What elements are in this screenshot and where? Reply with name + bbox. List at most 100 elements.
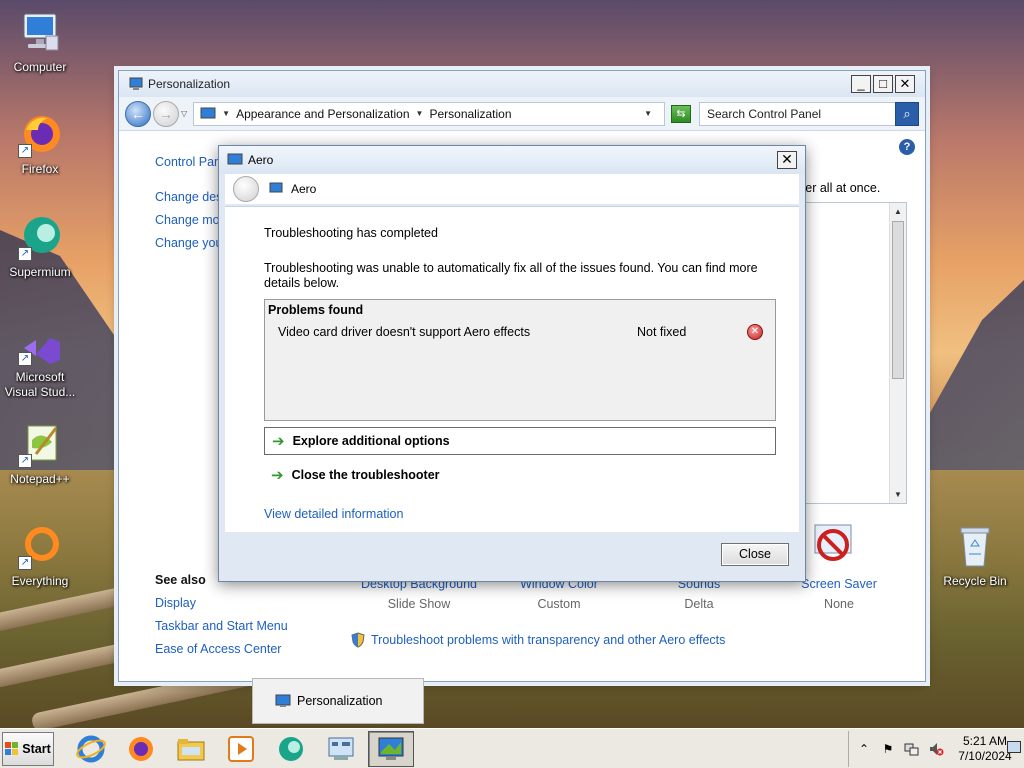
change-desktop-icons-link[interactable]: Change des bbox=[155, 186, 222, 209]
address-dropdown-icon[interactable]: ▼ bbox=[644, 109, 652, 118]
desktop-icon-everything[interactable]: ↗ Everything bbox=[0, 522, 80, 588]
close-troubleshooter-button[interactable]: ➔ Close the troubleshooter bbox=[264, 461, 776, 489]
show-hidden-icons-chevron-icon[interactable]: ⌃ bbox=[855, 740, 873, 758]
maximize-button[interactable]: □ bbox=[873, 75, 893, 93]
display-link[interactable]: Display bbox=[155, 592, 288, 615]
troubleshooting-message: Troubleshooting was unable to automatica… bbox=[264, 261, 758, 290]
scroll-down-icon[interactable]: ▼ bbox=[890, 486, 906, 503]
troubleshooting-heading: Troubleshooting has completed bbox=[264, 226, 438, 240]
recent-pages-dropdown[interactable]: ▽ bbox=[181, 109, 187, 118]
recycle-bin-icon bbox=[951, 522, 999, 570]
aero-icon bbox=[269, 182, 283, 193]
dialog-nav-title: Aero bbox=[291, 182, 317, 196]
breadcrumb-appearance[interactable]: Appearance and Personalization bbox=[236, 107, 409, 121]
close-dialog-button[interactable]: ✕ bbox=[777, 151, 797, 169]
search-icon[interactable]: ⌕ bbox=[895, 101, 919, 126]
start-label: Start bbox=[22, 741, 51, 756]
close-window-button[interactable]: ✕ bbox=[895, 75, 915, 93]
aero-troubleshooter-dialog: Aero ✕ Aero Troubleshooting has complete… bbox=[218, 145, 806, 582]
taskbar-explorer[interactable] bbox=[168, 731, 214, 767]
window-color-value: Custom bbox=[537, 597, 581, 611]
taskbar-start-menu-link[interactable]: Taskbar and Start Menu bbox=[155, 615, 288, 638]
problem-name: Video card driver doesn't support Aero e… bbox=[278, 325, 531, 339]
desktop-icon-label: Everything bbox=[11, 574, 69, 588]
address-toolbar: ← → ▽ ▼ Appearance and Personalization ▼… bbox=[119, 97, 925, 131]
window-title: Personalization bbox=[148, 77, 231, 91]
network-icon[interactable] bbox=[903, 740, 921, 758]
ease-of-access-link[interactable]: Ease of Access Center bbox=[155, 638, 288, 661]
desktop-icon-firefox[interactable]: ↗ Firefox bbox=[0, 110, 80, 176]
forward-button[interactable]: → bbox=[153, 100, 179, 127]
personalization-icon bbox=[129, 77, 143, 90]
taskbar-control-panel[interactable] bbox=[318, 731, 364, 767]
view-details-link[interactable]: View detailed information bbox=[264, 507, 403, 521]
desktop-icon-label: Notepad++ bbox=[10, 472, 70, 486]
desktop-icon-label: Computer bbox=[13, 60, 67, 74]
thumbnail-label: Personalization bbox=[297, 694, 383, 708]
breadcrumb-arrow-icon[interactable]: ▼ bbox=[222, 109, 230, 118]
taskbar-personalization[interactable] bbox=[368, 730, 414, 767]
screen-saver-item[interactable]: Screen Saver None bbox=[779, 577, 899, 611]
troubleshoot-aero-label[interactable]: Troubleshoot problems with transparency … bbox=[371, 633, 725, 647]
theme-list-scrollbar[interactable]: ▲ ▼ bbox=[889, 203, 906, 503]
search-placeholder: Search Control Panel bbox=[707, 106, 822, 121]
close-button[interactable]: Close bbox=[721, 543, 789, 566]
breadcrumb-personalization[interactable]: Personalization bbox=[429, 107, 511, 121]
desktop-background-item[interactable]: Desktop Background Slide Show bbox=[359, 577, 479, 611]
firefox-icon bbox=[129, 736, 153, 761]
troubleshoot-aero-link[interactable]: Troubleshoot problems with transparency … bbox=[351, 632, 725, 648]
help-icon[interactable]: ? bbox=[899, 139, 915, 155]
close-troubleshooter-label: Close the troubleshooter bbox=[291, 468, 440, 482]
theme-list[interactable]: ▲ ▼ bbox=[804, 202, 907, 504]
shortcut-arrow-icon: ↗ bbox=[18, 247, 32, 261]
windows-flag-icon bbox=[5, 741, 19, 755]
desktop-icon-supermium[interactable]: ↗ Supermium bbox=[0, 213, 80, 279]
refresh-button[interactable]: ⇆ bbox=[671, 104, 691, 123]
taskbar-ie[interactable] bbox=[68, 731, 114, 767]
problem-row[interactable]: Video card driver doesn't support Aero e… bbox=[278, 324, 763, 340]
shortcut-arrow-icon: ↗ bbox=[18, 556, 32, 570]
screen-saver-value: None bbox=[824, 597, 854, 611]
desktop-background-value: Slide Show bbox=[387, 597, 451, 611]
action-center-flag-icon[interactable]: ⚑ bbox=[879, 740, 897, 758]
scroll-thumb[interactable] bbox=[892, 221, 904, 379]
taskbar-supermium[interactable] bbox=[268, 731, 314, 767]
control-panel-home-link[interactable]: Control Pan bbox=[155, 151, 222, 174]
shortcut-arrow-icon: ↗ bbox=[18, 352, 32, 366]
breadcrumb-arrow-icon[interactable]: ▼ bbox=[416, 109, 424, 118]
start-button[interactable]: Start bbox=[2, 731, 54, 766]
desktop-icon-label: Microsoft Visual Stud... bbox=[4, 370, 76, 399]
aero-icon bbox=[227, 153, 243, 165]
window-titlebar[interactable]: Personalization _ □ ✕ bbox=[119, 71, 925, 97]
taskbar-firefox[interactable] bbox=[118, 731, 164, 767]
show-desktop-button[interactable] bbox=[1007, 741, 1021, 753]
computer-icon bbox=[16, 8, 64, 56]
desktop-icon-notepadpp[interactable]: ↗ Notepad++ bbox=[0, 420, 80, 486]
back-button[interactable]: ← bbox=[125, 100, 151, 127]
window-color-item[interactable]: Window Color Custom bbox=[499, 577, 619, 611]
error-icon: ✕ bbox=[747, 324, 763, 340]
change-account-picture-link[interactable]: Change you bbox=[155, 232, 222, 255]
change-mouse-pointers-link[interactable]: Change mo bbox=[155, 209, 222, 232]
desktop-icon-recycle-bin[interactable]: Recycle Bin bbox=[935, 522, 1015, 588]
dialog-body: Troubleshooting has completed Troublesho… bbox=[225, 206, 799, 532]
search-input[interactable]: Search Control Panel ⌕ bbox=[699, 101, 919, 126]
sounds-item[interactable]: Sounds Delta bbox=[639, 577, 759, 611]
taskbar-media-player[interactable] bbox=[218, 731, 264, 767]
desktop-icon-computer[interactable]: Computer bbox=[0, 8, 80, 74]
dialog-back-button[interactable] bbox=[233, 176, 259, 202]
uac-shield-icon bbox=[351, 632, 365, 648]
screen-saver-icon[interactable] bbox=[811, 523, 857, 569]
green-arrow-icon: ➔ bbox=[271, 467, 284, 484]
desktop-icon-visual-studio[interactable]: ↗ Microsoft Visual Stud... bbox=[0, 330, 80, 400]
taskbar-thumbnail[interactable]: Personalization bbox=[252, 678, 424, 724]
address-bar[interactable]: ▼ Appearance and Personalization ▼ Perso… bbox=[193, 101, 665, 126]
dialog-nav: Aero bbox=[219, 174, 805, 204]
dialog-title: Aero bbox=[248, 153, 274, 167]
explore-options-button[interactable]: ➔ Explore additional options bbox=[264, 427, 776, 455]
desktop-icon-label: Recycle Bin bbox=[943, 574, 1007, 588]
minimize-button[interactable]: _ bbox=[851, 75, 871, 93]
scroll-up-icon[interactable]: ▲ bbox=[890, 203, 906, 220]
dialog-titlebar[interactable]: Aero ✕ bbox=[219, 146, 805, 174]
volume-muted-icon[interactable] bbox=[927, 740, 945, 758]
